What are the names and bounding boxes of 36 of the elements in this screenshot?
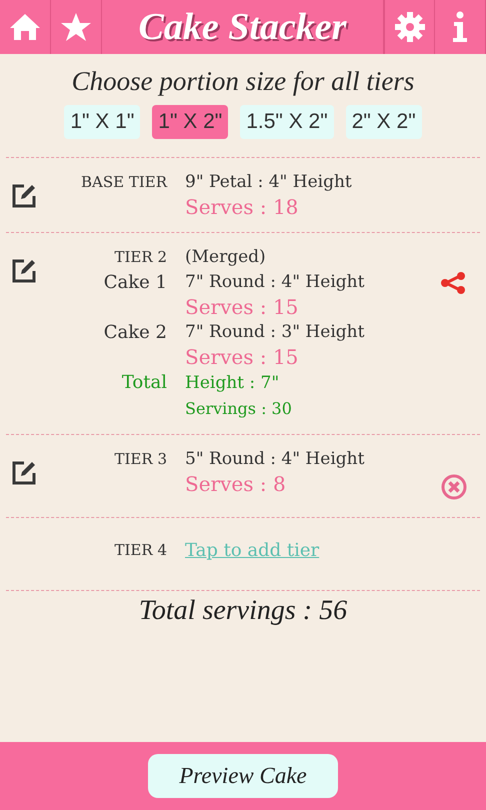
star-icon xyxy=(60,12,92,42)
portion-option[interactable]: 1.5" X 2" xyxy=(240,105,334,139)
app-title: Cake Stacker xyxy=(102,0,384,54)
edit-icon[interactable] xyxy=(10,459,38,487)
portion-option[interactable]: 1" X 1" xyxy=(64,105,140,139)
tier-label: Total xyxy=(122,372,167,393)
tier-label: Cake 1 xyxy=(104,272,167,293)
settings-button[interactable] xyxy=(384,0,435,54)
remove-icon[interactable] xyxy=(440,473,468,501)
tier-detail: Serves : 15 xyxy=(185,345,298,369)
portion-option[interactable]: 2" X 2" xyxy=(346,105,422,139)
tier-label: TIER 3 xyxy=(114,450,167,468)
tier-detail: 7" Round : 4" Height xyxy=(185,272,364,292)
info-icon xyxy=(450,11,470,43)
share-icon[interactable] xyxy=(440,271,468,295)
tier-label: TIER 4 xyxy=(114,541,167,559)
total-servings: Total servings : 56 xyxy=(138,595,348,627)
tier-label: TIER 2 xyxy=(114,248,167,266)
edit-icon[interactable] xyxy=(10,257,38,285)
tier-detail: 5" Round : 4" Height xyxy=(185,449,364,469)
preview-cake-button[interactable]: Preview Cake xyxy=(148,754,338,798)
tier-detail: Serves : 8 xyxy=(185,472,286,496)
home-icon xyxy=(8,12,42,42)
tier-detail: 7" Round : 3" Height xyxy=(185,322,364,342)
tier-detail: Height : 7" xyxy=(185,373,280,393)
settings-icon xyxy=(394,11,426,43)
portion-option[interactable]: 1" X 2" xyxy=(152,105,228,139)
tier-label: BASE TIER xyxy=(80,173,167,191)
tier-detail: 9" Petal : 4" Height xyxy=(185,172,352,192)
tier-label: Cake 2 xyxy=(104,322,167,343)
tier-detail: Serves : 15 xyxy=(185,295,298,319)
edit-icon[interactable] xyxy=(10,182,38,210)
tier-detail: (Merged) xyxy=(185,247,266,267)
tier-detail: Servings : 30 xyxy=(185,399,292,418)
tier-detail: Serves : 18 xyxy=(185,195,298,219)
portion-prompt: Choose portion size for all tiers xyxy=(70,66,416,97)
